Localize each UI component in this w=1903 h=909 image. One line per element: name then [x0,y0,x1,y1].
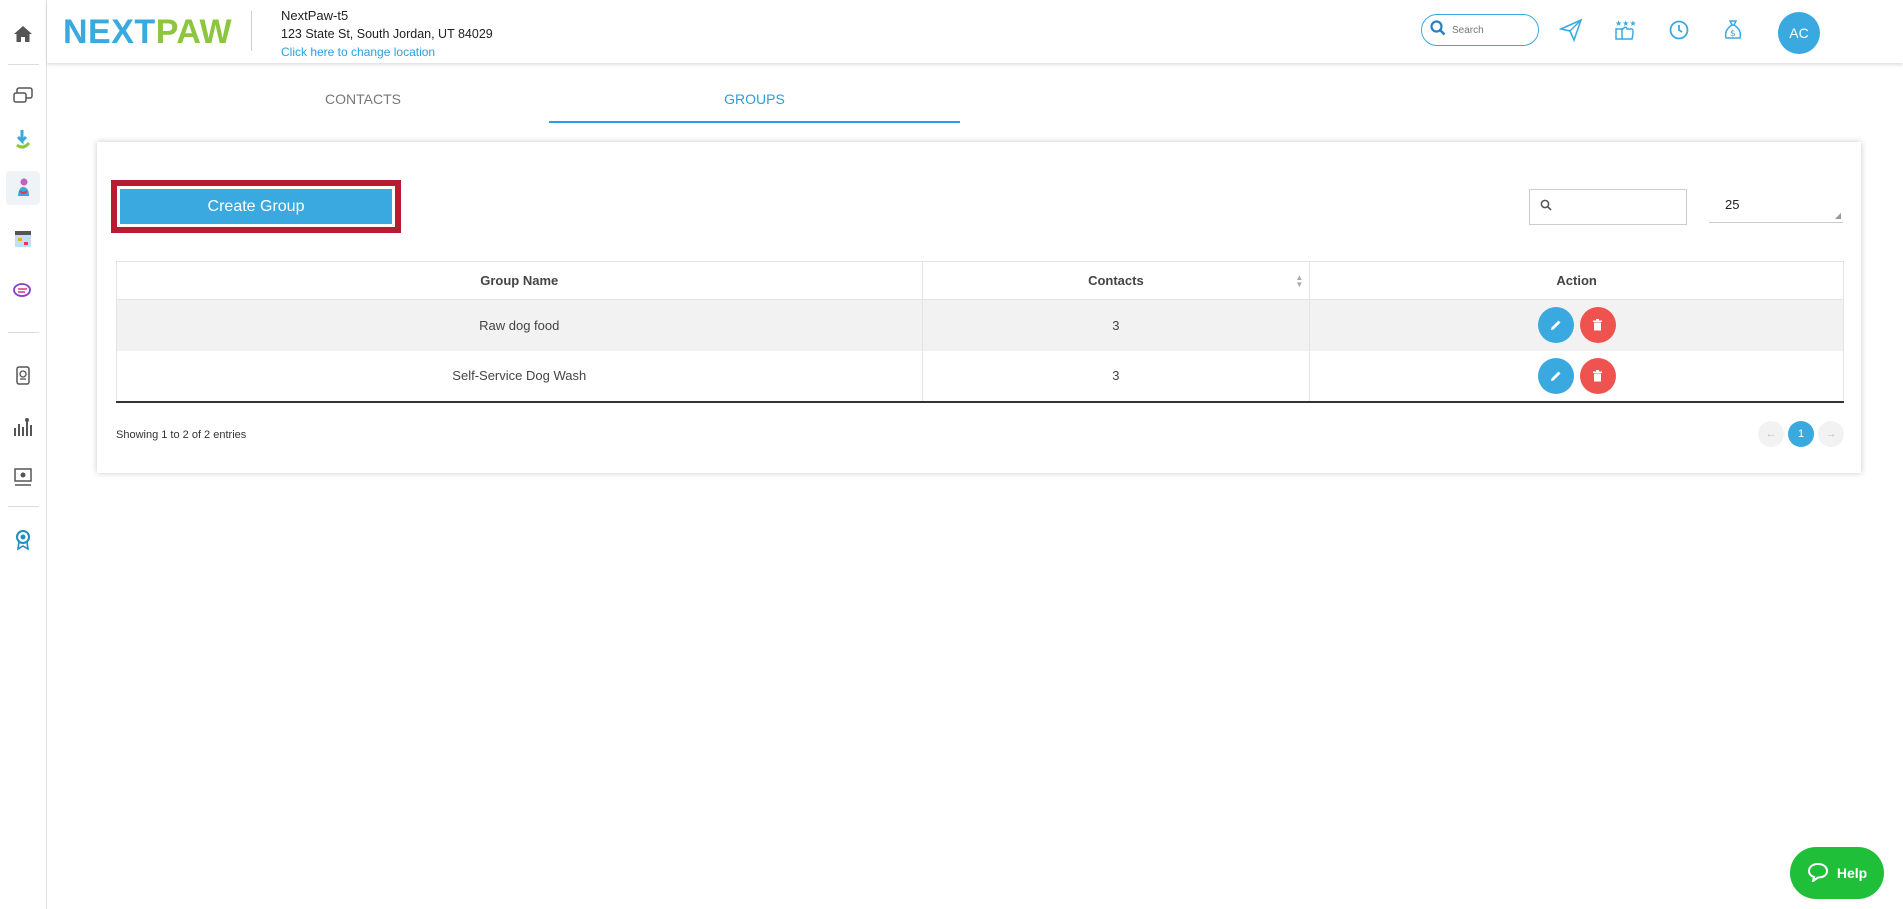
left-sidebar [0,0,47,909]
create-group-highlight: Create Group [111,180,401,233]
chat-icon[interactable] [6,79,40,113]
table-search[interactable] [1529,189,1687,225]
report-icon[interactable] [6,359,40,393]
groups-table: Group Name Contacts ▲ ▼ Action Raw dog fo… [116,261,1844,403]
delete-button[interactable] [1579,307,1616,344]
tab-bar: CONTACTS GROUPS [47,63,1903,123]
trash-icon [1593,319,1603,331]
sort-icon[interactable]: ▲ ▼ [1295,274,1303,289]
change-location-link[interactable]: Click here to change location [281,43,493,61]
create-group-button[interactable]: Create Group [120,189,392,224]
page-1-button[interactable]: 1 [1788,421,1814,447]
search-icon [1430,19,1446,41]
sidebar-divider [8,506,39,507]
column-header-label: Contacts [1088,273,1144,288]
group-name-cell: Self-Service Dog Wash [116,350,923,403]
groups-card: Create Group 25 ◢ Group Name Contacts ▲ ▼… [97,142,1861,473]
location-name: NextPaw-t5 [281,8,349,23]
rewards-icon[interactable] [6,523,40,557]
chat-bubble-icon [1807,862,1829,885]
header-search[interactable] [1421,14,1539,46]
trash-icon [1593,369,1603,381]
send-icon[interactable] [1557,16,1585,44]
column-header-action: Action [1309,261,1844,300]
reviews-icon[interactable]: ★★★ [1611,16,1639,44]
header-divider [251,11,252,51]
contacts-count-cell: 3 [921,299,1311,351]
column-header-contacts[interactable]: Contacts ▲ ▼ [921,261,1311,300]
resize-grip-icon: ◢ [1834,211,1841,220]
page-size-value: 25 [1725,197,1740,212]
messages-icon[interactable] [6,274,40,308]
page-size-select[interactable]: 25 ◢ [1709,189,1843,223]
pagination: ← 1 → [1758,421,1844,447]
action-cell [1309,350,1844,403]
user-avatar[interactable]: AC [1778,12,1820,54]
tab-contacts[interactable]: CONTACTS [158,91,568,123]
table-row: Self-Service Dog Wash 3 [116,350,1844,403]
prev-page-button[interactable]: ← [1758,421,1784,447]
svg-text:$: $ [1730,29,1736,39]
sidebar-divider [8,332,39,333]
column-header-group-name[interactable]: Group Name [116,261,923,300]
download-icon[interactable] [6,122,40,156]
top-header: NEXT PAW NextPaw-t5 123 State St, South J… [47,0,1903,63]
action-cell [1309,299,1844,351]
location-address: 123 State St, South Jordan, UT 84029 [281,27,493,41]
money-bag-icon[interactable]: $ [1719,16,1747,44]
clock-icon[interactable] [1665,16,1693,44]
header-search-input[interactable] [1452,24,1532,36]
search-icon [1540,198,1552,216]
nextpaw-logo[interactable]: NEXT PAW [63,12,232,52]
edit-button[interactable] [1537,357,1574,394]
admin-icon[interactable] [6,460,40,494]
calendar-icon[interactable] [6,222,40,256]
home-icon[interactable] [6,17,40,51]
table-header-row: Group Name Contacts ▲ ▼ Action [116,261,1844,300]
table-search-input[interactable] [1558,199,1678,215]
delete-button[interactable] [1579,357,1616,394]
table-row: Raw dog food 3 [116,299,1844,351]
tab-groups[interactable]: GROUPS [549,91,960,123]
contacts-count-cell: 3 [921,350,1311,403]
help-button[interactable]: Help [1790,847,1884,899]
help-label: Help [1836,865,1868,881]
pencil-icon [1550,320,1561,331]
analytics-icon[interactable] [6,410,40,444]
edit-button[interactable] [1537,307,1574,344]
entries-info: Showing 1 to 2 of 2 entries [116,429,247,441]
next-page-button[interactable]: → [1818,421,1844,447]
sidebar-divider [8,64,39,65]
pencil-icon [1550,371,1561,381]
location-block: NextPaw-t5 123 State St, South Jordan, U… [281,7,493,61]
contacts-icon[interactable] [6,171,40,205]
group-name-cell: Raw dog food [116,299,923,351]
